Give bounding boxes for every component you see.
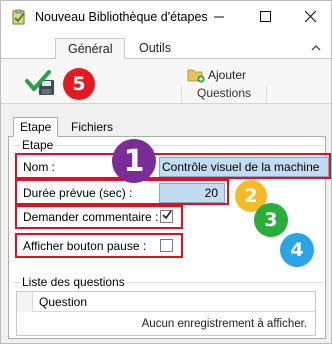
duree-label: Durée prévue (sec) : xyxy=(23,186,133,200)
minimize-icon xyxy=(213,11,225,25)
empty-grid-message: Aucun enregistrement à afficher. xyxy=(141,318,307,330)
column-header-question[interactable]: Question xyxy=(39,295,87,309)
close-icon xyxy=(304,10,316,25)
tab-outils[interactable]: Outils xyxy=(127,38,183,59)
folder-add-icon[interactable] xyxy=(187,67,205,83)
check-save-icon[interactable] xyxy=(25,69,55,97)
maximize-button[interactable] xyxy=(243,1,287,34)
tab-general[interactable]: Général xyxy=(55,38,126,59)
pause-label: Afficher bouton pause : xyxy=(23,239,147,253)
title-bar[interactable]: Nouveau Bibliothèque d'étapes xyxy=(1,1,331,34)
tab-fichiers[interactable]: Fichiers xyxy=(65,118,119,138)
etape-group-divider xyxy=(13,145,323,146)
nom-field[interactable]: Contrôle visuel de la machine xyxy=(159,157,329,177)
close-button[interactable] xyxy=(288,1,332,34)
ribbon-tab-bar: Général Outils xyxy=(1,34,331,59)
dialog-window: Nouveau Bibliothèque d'étapes Général Ou… xyxy=(0,0,332,344)
ribbon-panel: Ajouter Questions xyxy=(1,58,331,104)
annotation-badge-4: 4 xyxy=(280,233,314,267)
etape-group-title: Etape xyxy=(20,138,56,152)
questions-group-title: Liste des questions xyxy=(20,275,127,289)
minimize-button[interactable] xyxy=(197,1,241,34)
questions-group-label: Questions xyxy=(181,86,267,102)
maximize-icon xyxy=(259,10,271,25)
collapse-ribbon-icon[interactable] xyxy=(311,43,321,54)
duree-field[interactable]: 20 xyxy=(159,183,225,203)
annotation-badge-1: 1 xyxy=(112,139,156,183)
nom-label: Nom : xyxy=(23,160,56,174)
annotation-badge-3: 3 xyxy=(254,203,288,237)
row-indicator-column xyxy=(17,292,33,312)
pause-checkbox[interactable] xyxy=(160,239,173,252)
add-question-button[interactable]: Ajouter xyxy=(208,68,246,82)
commentaire-label: Demander commentaire : xyxy=(23,210,159,224)
annotation-badge-5: 5 xyxy=(63,68,95,100)
clipboard-check-icon xyxy=(11,9,27,25)
commentaire-checkbox[interactable] xyxy=(160,210,173,223)
tab-etape[interactable]: Etape xyxy=(13,117,59,137)
grid-header: Question xyxy=(17,292,315,312)
questions-grid[interactable]: Question Aucun enregistrement à afficher… xyxy=(16,291,316,336)
window-title: Nouveau Bibliothèque d'étapes xyxy=(35,10,208,24)
checkmark-icon xyxy=(161,210,172,223)
